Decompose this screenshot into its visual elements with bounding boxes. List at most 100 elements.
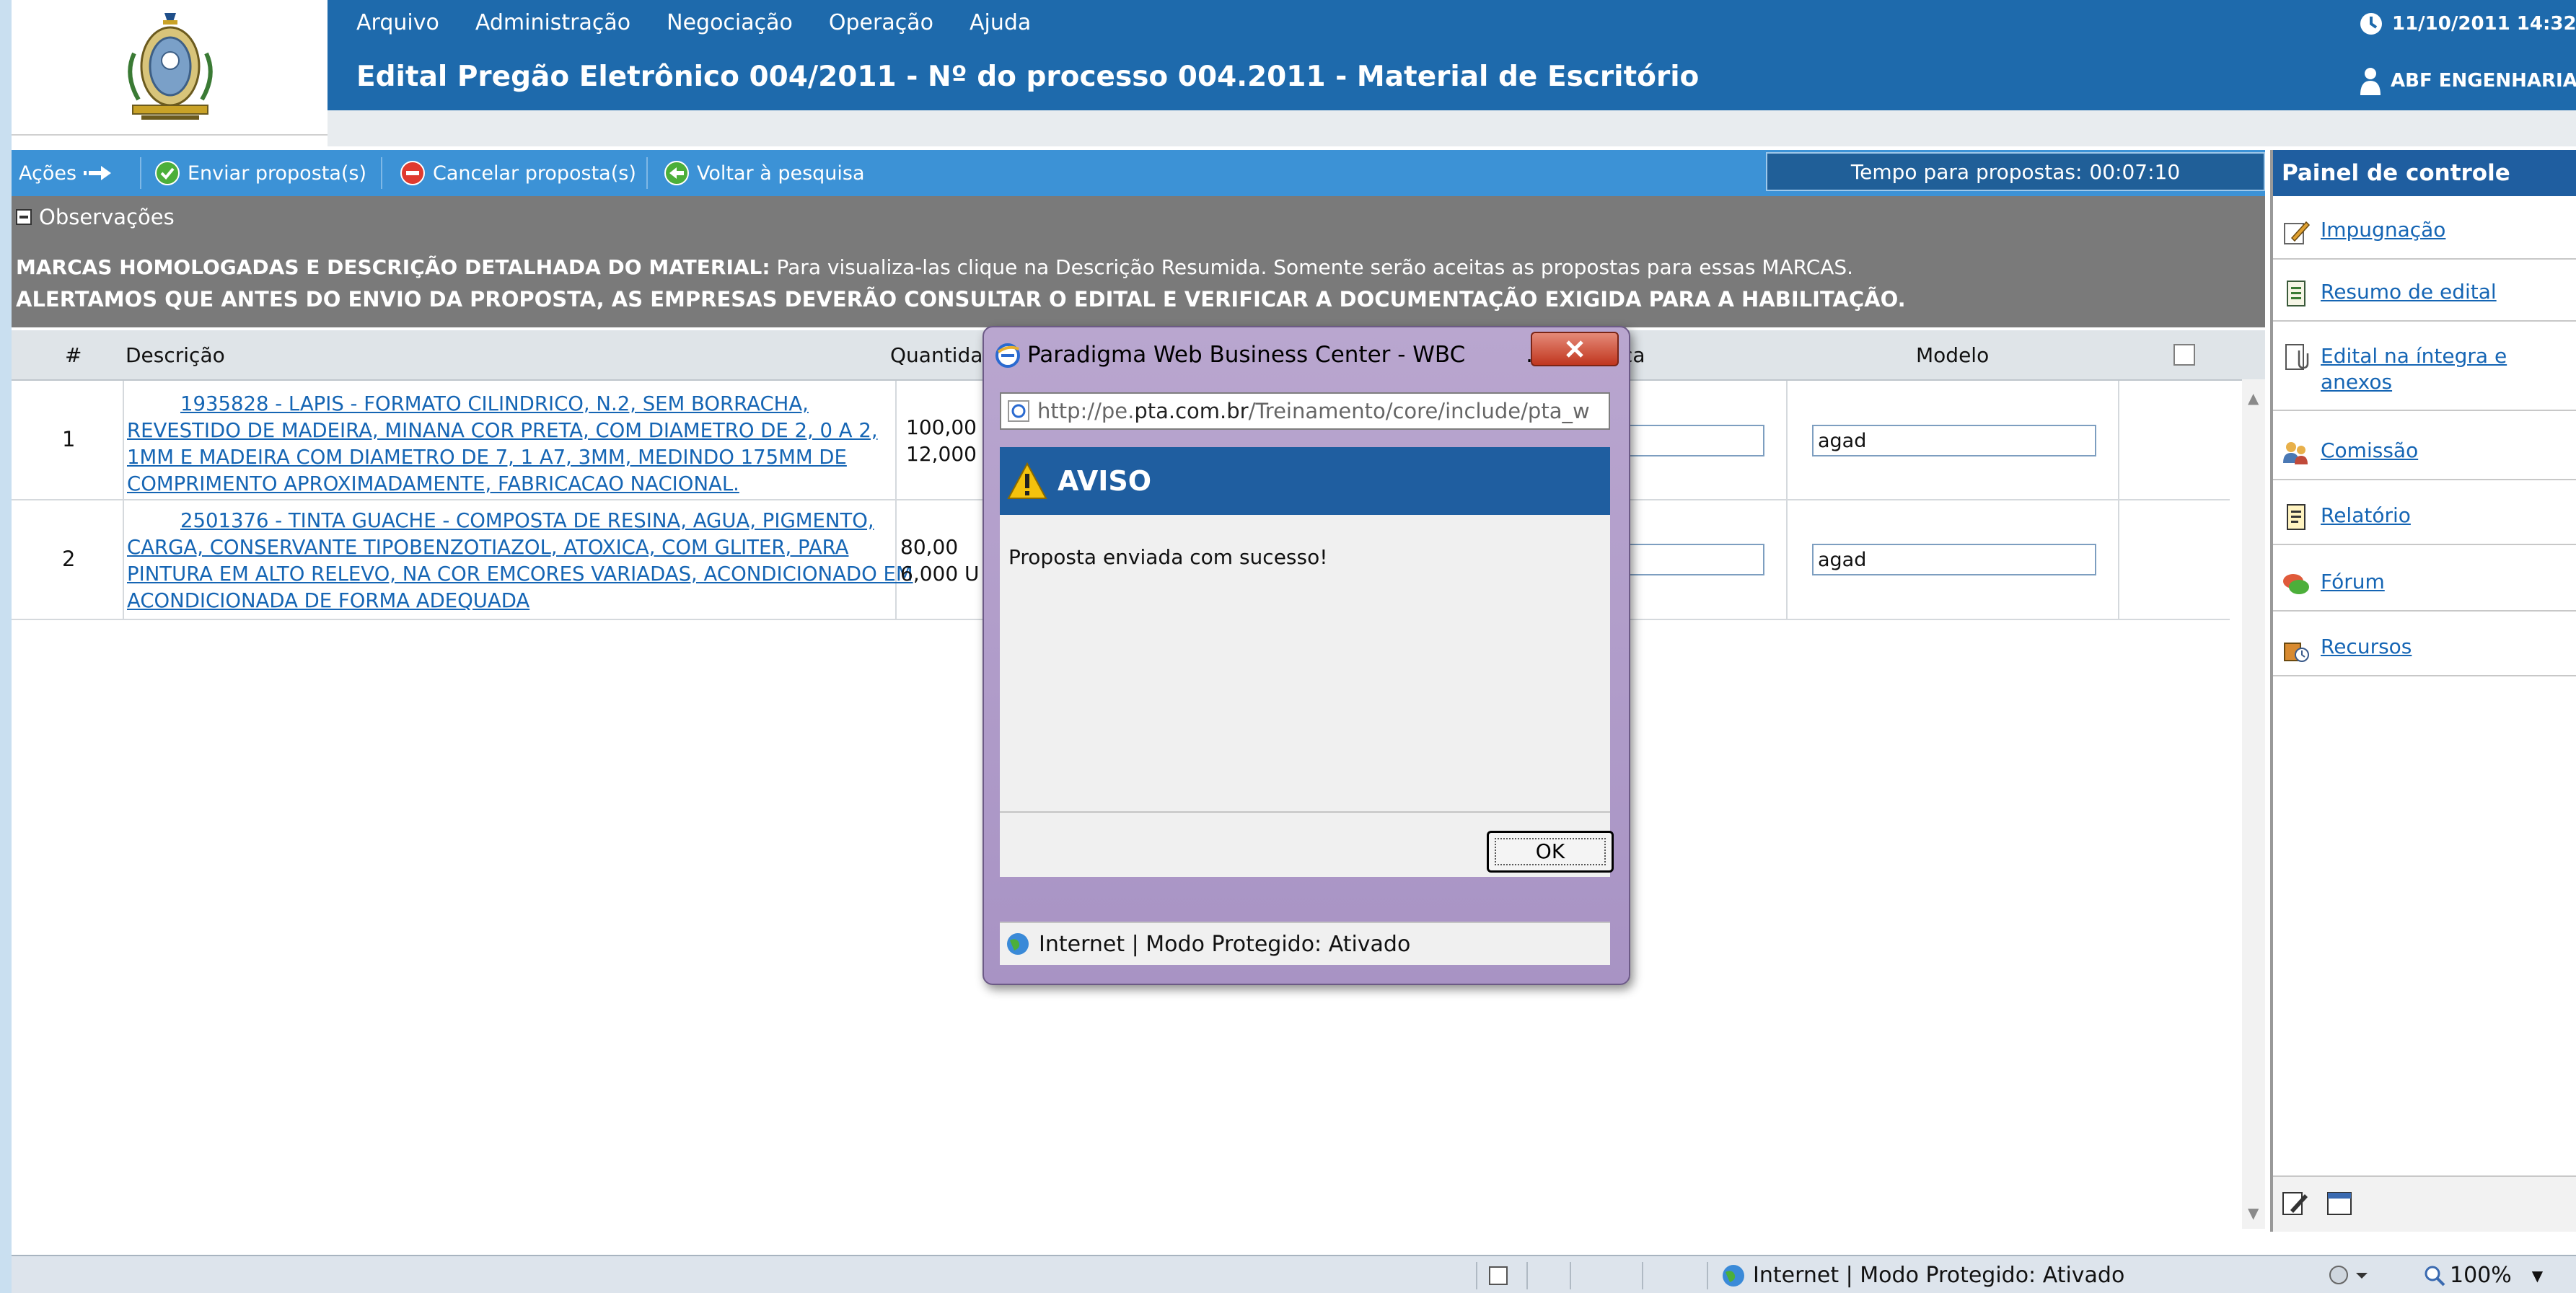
action-toolbar: Ações Enviar proposta(s) Cancelar propos… [12,150,2265,196]
row-number: 2 [62,547,76,571]
control-panel-footer [2273,1175,2576,1232]
zoom-dropdown-icon[interactable]: ▼ [2532,1267,2543,1284]
proposal-timer: Tempo para propostas: 00:07:10 [1766,152,2265,191]
attachment-document-icon [2285,344,2309,370]
col-num: # [65,343,82,367]
pencil-note-icon [2284,221,2311,244]
zoom-icon [2425,1266,2445,1286]
dialog-url: http://pe.pta.com.br/Treinamento/core/in… [1037,399,1590,423]
dialog-title-text: Paradigma Web Business Center - WBC [1027,342,1466,368]
item-quantity: 80,00 6,000 U [900,534,980,587]
item-quantity-1: 100,00 [906,415,977,439]
observacoes-line-1-bold: MARCAS HOMOLOGADAS E DESCRIÇÃO DETALHADA… [16,255,770,279]
toolbar-separator [140,157,141,189]
panel-link-forum[interactable]: Fórum [2282,570,2385,599]
page-icon[interactable] [1487,1265,1509,1287]
cancelar-label: Cancelar proposta(s) [433,162,636,185]
panel-divider [2273,610,2576,612]
panel-link-comissao[interactable]: Comissão [2282,438,2418,467]
menu-arquivo[interactable]: Arquivo [356,10,439,46]
user-icon [2360,68,2381,95]
column-divider [1786,500,1788,619]
panel-link-label: Recursos [2321,635,2412,658]
main-menu: Arquivo Administração Negociação Operaçã… [356,10,1031,46]
control-panel: Painel de controle Impugnação Resumo de … [2270,150,2576,1232]
security-zone-text: Internet | Modo Protegido: Ativado [1753,1263,2125,1288]
dialog-close-button[interactable] [1531,332,1619,366]
ie-logo-icon [995,343,1020,368]
panel-link-label: Fórum [2321,570,2385,593]
modelo-input[interactable] [1812,544,2096,575]
checkbox-icon [2173,344,2195,366]
acoes-menu[interactable]: Ações [19,150,113,196]
menu-negociacao[interactable]: Negociação [667,10,793,46]
user-name: ABF ENGENHARIA S [2391,70,2576,92]
panel-link-label: Relatório [2321,503,2411,527]
dialog-status-bar: Internet | Modo Protegido: Ativado [1000,922,1610,965]
zoom-level: 100% [2450,1263,2512,1288]
cancelar-proposta-button[interactable]: Cancelar proposta(s) [400,150,636,196]
dialog-address-bar[interactable]: http://pe.pta.com.br/Treinamento/core/in… [1000,392,1610,430]
select-all-checkbox[interactable] [2173,330,2196,379]
col-descricao: Descrição [126,343,225,367]
col-quantidade: Quantida [890,343,983,367]
column-divider [123,500,124,619]
resources-icon [2284,643,2309,662]
panel-link-label: Impugnação [2321,218,2446,242]
panel-divider [2273,410,2576,411]
panel-divider [2273,479,2576,480]
datetime-display: 11/10/2011 14:32:01 [2359,12,2576,36]
alert-dialog: Paradigma Web Business Center - WBC ... … [983,326,1630,985]
panel-divider [2273,675,2576,676]
item-description-link[interactable]: 1935828 - LAPIS - FORMATO CILINDRICO, N.… [127,391,913,498]
status-divider [1642,1262,1643,1289]
security-zone[interactable]: Internet | Modo Protegido: Ativado [1721,1263,2124,1288]
protected-mode-icon[interactable] [2327,1263,2370,1287]
column-divider [1786,381,1788,499]
observacoes-line-2: ALERTAMOS QUE ANTES DO ENVIO DA PROPOSTA… [16,287,1906,312]
menu-operacao[interactable]: Operação [829,10,933,46]
clock-icon [2360,13,2382,35]
panel-link-resumo-edital[interactable]: Resumo de edital [2282,280,2497,309]
voltar-pesquisa-button[interactable]: Voltar à pesquisa [664,150,865,196]
item-quantity-2: 12,000 [906,442,977,466]
item-quantity-2: 6,000 U [900,562,980,586]
back-arrow-icon [664,161,689,185]
panel-link-recursos[interactable]: Recursos [2282,635,2412,663]
row-number: 1 [62,427,76,451]
panel-link-relatorio[interactable]: Relatório [2282,503,2411,532]
page-title: Edital Pregão Eletrônico 004/2011 - Nº d… [356,61,1700,93]
check-circle-icon [155,161,180,185]
panel-link-impugnacao[interactable]: Impugnação [2282,218,2445,247]
enviar-proposta-button[interactable]: Enviar proposta(s) [154,150,366,196]
scroll-down-icon[interactable]: ▼ [2248,1204,2259,1222]
col-modelo: Modelo [1916,343,1990,367]
header-spacer [328,110,2576,146]
calendar-icon[interactable] [2325,1188,2355,1219]
status-divider [1707,1262,1708,1289]
modelo-input[interactable] [1812,425,2096,456]
panel-link-label: Comissão [2321,438,2419,462]
logo-area [12,0,328,136]
warning-icon [1007,462,1047,499]
item-description-link[interactable]: 2501376 - TINTA GUACHE - COMPOSTA DE RES… [127,508,913,614]
panel-link-label: Resumo de edital [2321,280,2497,304]
ok-button[interactable]: OK [1487,831,1614,873]
observacoes-toggle[interactable]: Observações [16,205,175,229]
datetime-text: 11/10/2011 14:32:01 [2392,13,2576,35]
menu-ajuda[interactable]: Ajuda [970,10,1031,46]
zoom-control[interactable]: 100% ▼ [2424,1263,2543,1288]
panel-link-edital-integra[interactable]: Edital na íntegra e anexos [2282,343,2537,395]
observacoes-heading: Observações [39,205,175,229]
table-scrollbar[interactable]: ▲ ▼ [2242,379,2265,1229]
forum-chat-icon [2283,574,2309,594]
voltar-label: Voltar à pesquisa [697,162,865,185]
dialog-body: AVISO Proposta enviada com sucesso! OK [1000,447,1614,877]
minus-circle-icon [400,161,425,185]
menu-administracao[interactable]: Administração [475,10,630,46]
column-divider [2118,381,2119,499]
edit-note-icon[interactable] [2280,1188,2311,1219]
scroll-up-icon[interactable]: ▲ [2248,389,2259,407]
control-panel-title: Painel de controle [2273,150,2576,196]
enviar-label: Enviar proposta(s) [188,162,367,185]
